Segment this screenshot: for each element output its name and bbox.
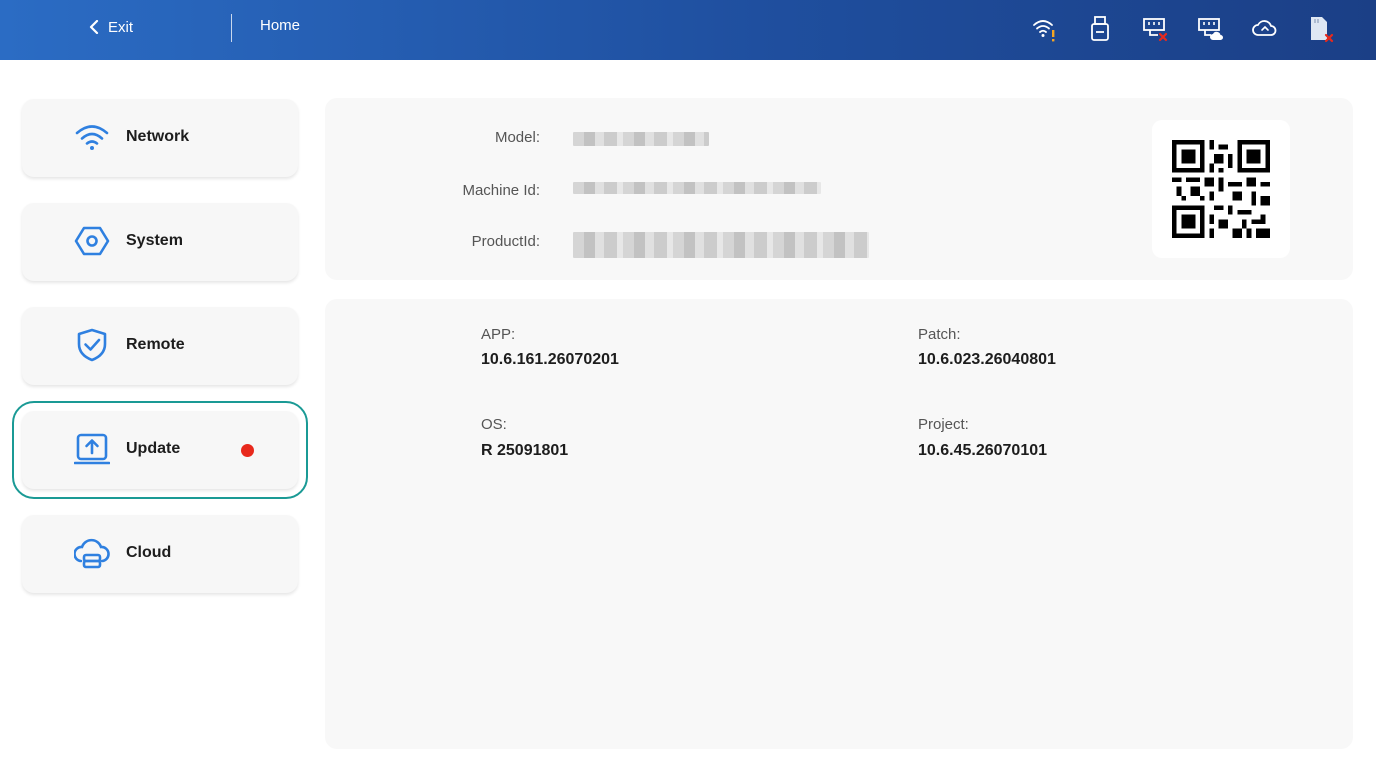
qr-code[interactable] (1152, 120, 1290, 258)
wifi-warning-icon[interactable] (1030, 14, 1060, 44)
product-id-label: ProductId: (471, 233, 540, 250)
home-link[interactable]: Home (260, 17, 300, 34)
model-label: Model: (494, 129, 540, 146)
sidebar-item-system[interactable]: System (22, 203, 298, 281)
patch-version-title: Patch: (918, 326, 961, 343)
header-divider (231, 14, 232, 42)
sidebar-item-cloud[interactable]: Cloud (22, 515, 298, 593)
network-cloud-icon[interactable] (1195, 14, 1225, 44)
cloud-server-icon (73, 535, 110, 571)
sidebar-item-label: Remote (126, 336, 185, 353)
patch-version-value: 10.6.023.26040801 (918, 351, 1056, 368)
sidebar-item-remote[interactable]: Remote (22, 307, 298, 385)
device-info-panel: Model: Machine Id: ProductId: (325, 98, 1353, 280)
app-version-title: APP: (481, 326, 516, 343)
app-version-value: 10.6.161.26070201 (481, 351, 619, 368)
os-version-value: R 25091801 (481, 442, 569, 459)
project-version-value: 10.6.45.26070101 (918, 442, 1048, 459)
shield-check-icon (74, 327, 110, 363)
machine-id-label: Machine Id: (462, 182, 540, 199)
sidebar-item-update[interactable]: Update (12, 401, 308, 499)
cloud-icon[interactable] (1250, 14, 1280, 44)
update-badge (241, 444, 254, 457)
qr-code-icon (1172, 140, 1270, 238)
wifi-icon (74, 119, 110, 155)
upload-icon (73, 431, 111, 467)
exit-label: Exit (108, 18, 134, 36)
sidebar-item-network[interactable]: Network (22, 99, 298, 177)
system-icon (74, 223, 110, 259)
project-version-title: Project: (918, 416, 969, 433)
versions-panel: APP: 10.6.161.26070201 Patch: 10.6.023.2… (325, 299, 1353, 749)
model-value-redacted (573, 132, 709, 146)
chevron-left-icon (89, 20, 99, 34)
sd-card-error-icon[interactable] (1305, 14, 1335, 44)
sidebar-item-label: Cloud (126, 544, 172, 561)
top-bar: Exit Home (0, 0, 1376, 60)
sidebar-item-label: Update (126, 440, 181, 457)
usb-drive-icon[interactable] (1085, 14, 1115, 44)
exit-button[interactable]: Exit (88, 16, 133, 38)
network-disconnected-icon[interactable] (1140, 14, 1170, 44)
sidebar-item-label: System (126, 232, 183, 249)
sidebar-item-label: Network (126, 128, 190, 145)
machine-id-value-redacted (573, 182, 821, 194)
product-id-value-redacted (573, 232, 869, 258)
os-version-title: OS: (481, 416, 507, 433)
